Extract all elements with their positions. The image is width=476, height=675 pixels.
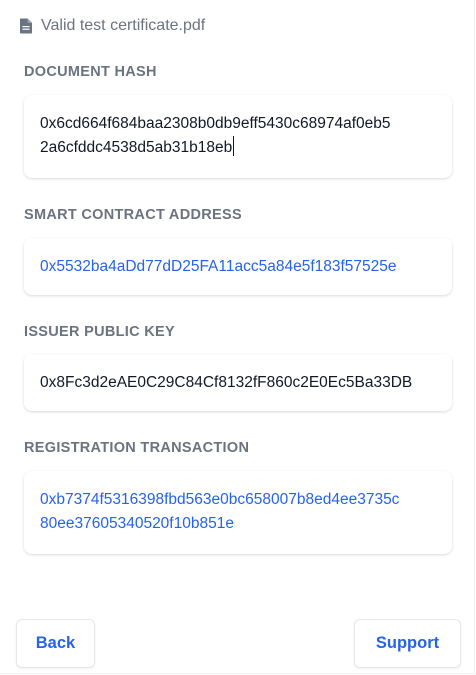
registration-transaction-link-line-2[interactable]: 80ee37605340520f10b851e	[40, 515, 234, 532]
document-hash-value-line-1: 0x6cd664f684baa2308b0db9eff5430c68974af0…	[40, 115, 391, 132]
registration-transaction-field: 0xb7374f5316398fbd563e0bc658007b8ed4ee37…	[24, 471, 452, 554]
file-header: Valid test certificate.pdf	[19, 17, 205, 35]
smart-contract-address-label: SMART CONTRACT ADDRESS	[24, 207, 242, 223]
issuer-public-key-label: ISSUER PUBLIC KEY	[24, 324, 175, 340]
back-button[interactable]: Back	[16, 619, 95, 668]
smart-contract-address-field: 0x5532ba4aDd77dD25FA11acc5a84e5f183f5752…	[24, 238, 452, 295]
issuer-public-key-value: 0x8Fc3d2eAE0C29C84Cf8132fF860c2E0Ec5Ba33…	[40, 373, 413, 391]
smart-contract-address-link[interactable]: 0x5532ba4aDd77dD25FA11acc5a84e5f183f5752…	[40, 255, 397, 279]
document-icon	[20, 18, 32, 34]
document-hash-field[interactable]: 0x6cd664f684baa2308b0db9eff5430c68974af0…	[24, 95, 452, 178]
issuer-public-key-field: 0x8Fc3d2eAE0C29C84Cf8132fF860c2E0Ec5Ba33…	[24, 354, 452, 411]
support-button[interactable]: Support	[354, 619, 461, 668]
registration-transaction-label: REGISTRATION TRANSACTION	[24, 440, 250, 456]
text-caret	[233, 136, 235, 156]
registration-transaction-link-line-1[interactable]: 0xb7374f5316398fbd563e0bc658007b8ed4ee37…	[40, 491, 399, 508]
document-hash-value-line-2: 2a6cfddc4538d5ab31b18eb	[40, 139, 233, 156]
file-name: Valid test certificate.pdf	[41, 17, 206, 34]
document-hash-label: DOCUMENT HASH	[24, 64, 157, 80]
